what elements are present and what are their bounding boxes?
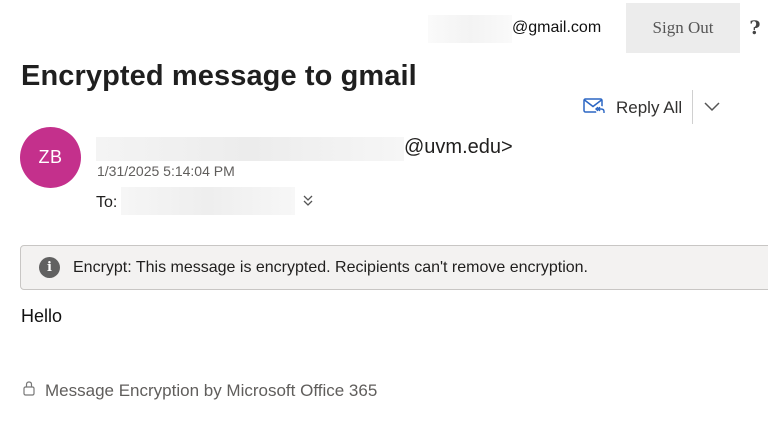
reply-all-label: Reply All [616,98,683,117]
expand-recipients-button[interactable] [300,193,316,209]
to-label: To: [96,194,118,211]
help-button[interactable]: ? [742,3,768,53]
top-bar: @gmail.com Sign Out ? [0,0,768,56]
info-icon: i [39,257,60,278]
account-email: @gmail.com [512,19,602,36]
chevron-down-icon [702,102,722,120]
message-subject: Encrypted message to gmail [21,60,417,92]
encryption-info-text: Encrypt: This message is encrypted. Reci… [73,258,588,276]
message-body: Hello [21,306,63,326]
account-name-redacted [428,15,512,43]
footer-text: Message Encryption by Microsoft Office 3… [45,380,378,400]
message-timestamp: 1/31/2025 5:14:04 PM [97,163,235,179]
footer: Message Encryption by Microsoft Office 3… [22,380,377,401]
double-chevron-down-icon [300,195,316,213]
sign-out-button[interactable]: Sign Out [626,3,740,53]
reply-all-button[interactable]: Reply All [583,94,682,122]
avatar: ZB [20,127,81,188]
encryption-info-bar: i Encrypt: This message is encrypted. Re… [20,245,768,290]
sender-email-domain: @uvm.edu> [404,136,513,158]
recipient-redacted [121,187,295,215]
toolbar-divider [692,90,693,124]
mail-reply-all-icon [583,96,607,121]
sender-name-redacted [96,137,404,161]
lock-icon [22,380,36,401]
more-actions-button[interactable] [702,96,722,116]
